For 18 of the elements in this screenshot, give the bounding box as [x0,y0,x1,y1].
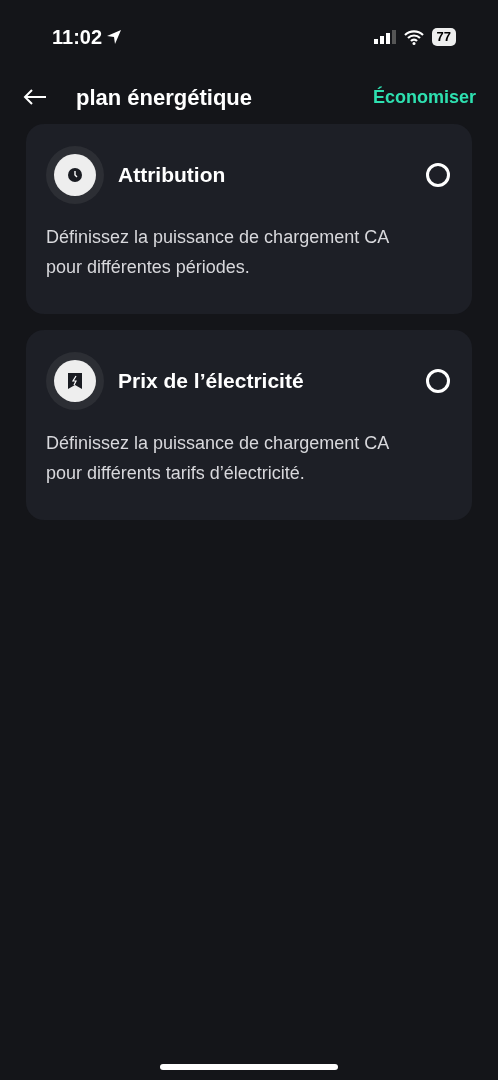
save-button[interactable]: Économiser [372,83,476,111]
location-icon [106,29,123,45]
bookmark-bolt-icon [67,372,83,390]
option-description: Définissez la puissance de chargement CA pour différentes périodes. [46,226,390,279]
radio-button[interactable] [426,369,450,393]
option-card[interactable]: Prix de l’électricité Définissez la puissance de chargement CA pour différents tarifs d’électricité. [26,330,472,520]
battery-indicator: 77 [431,28,456,46]
status-time: 11:02 [52,25,103,50]
clock-icon [67,167,83,183]
radio-button[interactable] [426,163,450,187]
option-card[interactable]: Attribution Définissez la puissance de chargement CA pour différentes périodes. [26,124,472,314]
signal-icon [373,30,396,44]
option-description: Définissez la puissance de chargement CA pour différents tarifs d’électricité. [46,432,390,485]
option-title: Prix de l’électricité [118,368,304,395]
page-title: plan énergétique [76,83,253,112]
back-arrow-icon [23,88,47,106]
wifi-icon [403,29,424,45]
option-title: Attribution [118,162,226,189]
